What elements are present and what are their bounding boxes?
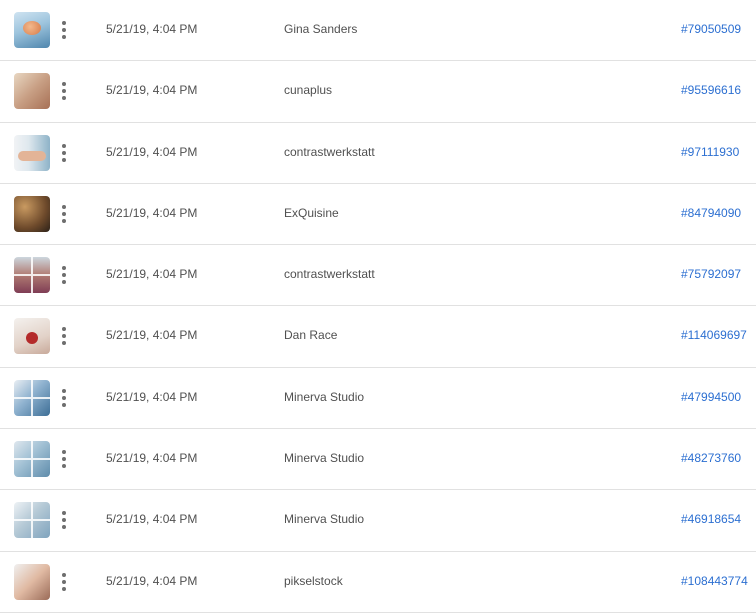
- author-name: Dan Race: [284, 328, 338, 343]
- list-item[interactable]: 5/21/19, 4:04 PM Minerva Studio #4827376…: [0, 429, 756, 491]
- asset-thumbnail[interactable]: [14, 563, 50, 600]
- asset-thumbnail[interactable]: [14, 195, 50, 232]
- asset-id-link[interactable]: #97111930: [681, 145, 739, 159]
- asset-id-link[interactable]: #108443774: [681, 574, 748, 588]
- more-vertical-icon[interactable]: [56, 141, 72, 165]
- asset-thumbnail[interactable]: [14, 441, 50, 478]
- asset-id-link[interactable]: #75792097: [681, 267, 741, 281]
- more-vertical-icon[interactable]: [56, 202, 72, 226]
- license-date: 5/21/19, 4:04 PM: [106, 573, 198, 588]
- asset-id-link[interactable]: #46918654: [681, 512, 741, 526]
- list-item[interactable]: 5/21/19, 4:04 PM contrastwerkstatt #7579…: [0, 245, 756, 307]
- list-item[interactable]: 5/21/19, 4:04 PM Minerva Studio #4691865…: [0, 490, 756, 552]
- license-date: 5/21/19, 4:04 PM: [106, 22, 198, 36]
- author-name: Gina Sanders: [284, 22, 358, 36]
- list-item[interactable]: 5/21/19, 4:04 PM ExQuisine #84794090: [0, 184, 756, 246]
- asset-list: 5/21/19, 4:04 PM Gina Sanders #79050509 …: [0, 0, 756, 613]
- asset-id-link[interactable]: #95596616: [681, 83, 741, 97]
- author-name: Minerva Studio: [284, 451, 365, 466]
- license-date: 5/21/19, 4:04 PM: [106, 267, 198, 282]
- author-name: contrastwerkstatt: [284, 267, 375, 282]
- asset-thumbnail[interactable]: [14, 379, 50, 416]
- list-item[interactable]: 5/21/19, 4:04 PM pikselstock #108443774: [0, 552, 756, 613]
- license-date: 5/21/19, 4:04 PM: [106, 512, 198, 527]
- list-item[interactable]: 5/21/19, 4:04 PM Dan Race #114069697: [0, 306, 756, 368]
- author-name: contrastwerkstatt: [284, 144, 375, 159]
- author-name: Minerva Studio: [284, 389, 365, 404]
- license-date: 5/21/19, 4:04 PM: [106, 83, 198, 98]
- author-name: cunaplus: [284, 83, 333, 98]
- asset-thumbnail[interactable]: [14, 134, 50, 171]
- asset-id-link[interactable]: #84794090: [681, 206, 741, 220]
- more-vertical-icon[interactable]: [56, 447, 72, 471]
- more-vertical-icon[interactable]: [56, 386, 72, 410]
- more-vertical-icon[interactable]: [56, 79, 72, 103]
- asset-id-link[interactable]: #79050509: [681, 22, 741, 36]
- more-vertical-icon[interactable]: [56, 18, 72, 42]
- list-item[interactable]: 5/21/19, 4:04 PM contrastwerkstatt #9711…: [0, 123, 756, 184]
- asset-id-link[interactable]: #47994500: [681, 390, 741, 404]
- asset-thumbnail[interactable]: [14, 502, 50, 539]
- asset-thumbnail[interactable]: [14, 257, 50, 294]
- list-item[interactable]: 5/21/19, 4:04 PM Gina Sanders #79050509: [0, 0, 756, 62]
- asset-thumbnail[interactable]: [14, 73, 50, 110]
- more-vertical-icon[interactable]: [56, 508, 72, 532]
- license-date: 5/21/19, 4:04 PM: [106, 451, 198, 466]
- list-item[interactable]: 5/21/19, 4:04 PM cunaplus #95596616: [0, 61, 756, 123]
- author-name: ExQuisine: [284, 205, 339, 220]
- license-date: 5/21/19, 4:04 PM: [106, 144, 198, 159]
- more-vertical-icon[interactable]: [56, 324, 72, 348]
- list-item[interactable]: 5/21/19, 4:04 PM Minerva Studio #4799450…: [0, 368, 756, 430]
- license-date: 5/21/19, 4:04 PM: [106, 389, 198, 404]
- asset-id-link[interactable]: #114069697: [681, 328, 747, 342]
- asset-thumbnail[interactable]: [14, 12, 50, 48]
- more-vertical-icon[interactable]: [56, 570, 72, 594]
- more-vertical-icon[interactable]: [56, 263, 72, 287]
- asset-id-link[interactable]: #48273760: [681, 451, 741, 465]
- license-date: 5/21/19, 4:04 PM: [106, 205, 198, 220]
- author-name: Minerva Studio: [284, 512, 365, 527]
- asset-thumbnail[interactable]: [14, 318, 50, 355]
- author-name: pikselstock: [284, 573, 343, 588]
- license-date: 5/21/19, 4:04 PM: [106, 328, 198, 343]
